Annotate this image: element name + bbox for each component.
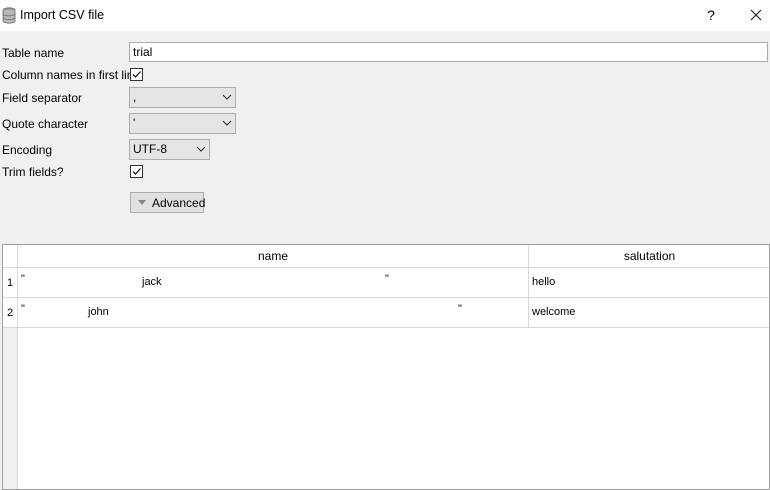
- checkmark-icon: [132, 168, 141, 175]
- encoding-value: UTF-8: [133, 142, 167, 156]
- table-name-label: Table name: [2, 46, 65, 60]
- cell-close-quote: ": [385, 273, 389, 285]
- table-corner: [3, 245, 18, 268]
- help-button[interactable]: ?: [700, 4, 722, 26]
- cell-open-quote: ": [21, 273, 25, 285]
- chevron-down-icon: [222, 94, 232, 100]
- chevron-down-icon: [222, 120, 232, 126]
- cell-text: john: [88, 306, 109, 318]
- encoding-select[interactable]: UTF-8: [129, 139, 210, 160]
- quote-character-value: ': [133, 116, 136, 130]
- window-title: Import CSV file: [20, 8, 105, 22]
- column-header-salutation[interactable]: salutation: [529, 245, 769, 268]
- cell-open-quote: ": [21, 303, 25, 315]
- encoding-label: Encoding: [2, 143, 53, 157]
- cell-text: welcome: [532, 306, 576, 318]
- field-separator-select[interactable]: ,: [129, 87, 236, 108]
- chevron-down-icon: [196, 146, 206, 152]
- database-icon: [2, 7, 16, 24]
- trim-fields-checkbox[interactable]: [130, 165, 143, 178]
- advanced-button[interactable]: Advanced: [130, 192, 206, 213]
- field-separator-label: Field separator: [2, 91, 83, 105]
- advanced-label: Advanced: [152, 196, 206, 210]
- column-header-name[interactable]: name: [18, 245, 529, 268]
- trim-fields-label: Trim fields?: [2, 165, 64, 179]
- checkmark-icon: [132, 71, 141, 78]
- quote-character-select[interactable]: ': [129, 113, 236, 134]
- column-names-label: Column names in first line: [2, 68, 141, 82]
- row-header-gutter: [3, 328, 18, 489]
- cell-text: hello: [532, 276, 556, 288]
- triangle-down-icon: [138, 200, 146, 205]
- row-header[interactable]: 1: [3, 268, 18, 298]
- table-name-value: trial: [133, 45, 153, 59]
- title-bar: Import CSV file ?: [0, 0, 770, 31]
- column-names-checkbox[interactable]: [130, 68, 143, 81]
- table-name-input[interactable]: trial: [129, 42, 768, 62]
- preview-table[interactable]: name salutation 1 " jack " hello 2 " joh…: [2, 244, 770, 490]
- table-cell-name[interactable]: " john ": [18, 298, 529, 328]
- close-icon: [750, 9, 762, 21]
- table-cell-salutation[interactable]: hello: [529, 268, 769, 298]
- cell-close-quote: ": [458, 303, 462, 315]
- field-separator-value: ,: [133, 90, 137, 104]
- table-cell-name[interactable]: " jack ": [18, 268, 529, 298]
- row-header[interactable]: 2: [3, 298, 18, 328]
- table-cell-salutation[interactable]: welcome: [529, 298, 769, 328]
- quote-character-label: Quote character: [2, 117, 89, 131]
- cell-text: jack: [142, 276, 162, 288]
- close-button[interactable]: [744, 4, 768, 26]
